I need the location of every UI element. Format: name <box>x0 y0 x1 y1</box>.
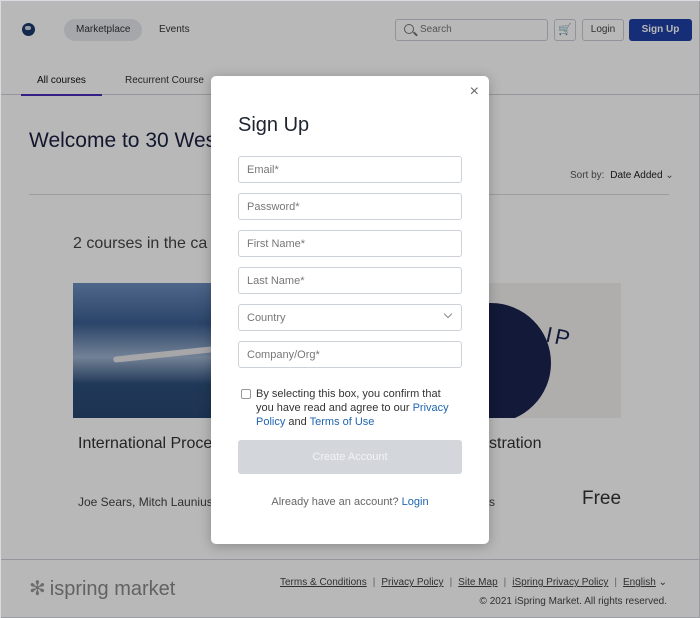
country-placeholder: Country <box>247 312 286 324</box>
page: Marketplace Events Search 🛒 Login Sign U… <box>0 0 700 618</box>
create-account-button[interactable]: Create Account <box>238 440 462 474</box>
country-select[interactable]: Country <box>238 304 462 331</box>
company-field[interactable]: Company/Org* <box>238 341 462 368</box>
first-name-field[interactable]: First Name* <box>238 230 462 257</box>
email-field[interactable]: Email* <box>238 156 462 183</box>
consent-and: and <box>285 416 310 428</box>
have-account-text: Already have an account? Login <box>211 496 489 508</box>
login-link[interactable]: Login <box>402 496 429 508</box>
consent-text: By selecting this box, you confirm that … <box>256 387 461 429</box>
have-account-label: Already have an account? <box>271 496 402 508</box>
terms-of-use-link[interactable]: Terms of Use <box>310 416 375 428</box>
consent-checkbox[interactable] <box>241 389 251 399</box>
modal-title: Sign Up <box>238 114 310 136</box>
password-placeholder: Password* <box>247 201 300 213</box>
company-placeholder: Company/Org* <box>247 349 320 361</box>
close-icon[interactable]: × <box>470 84 479 100</box>
chevron-down-icon <box>443 309 453 319</box>
signup-modal: × Sign Up Email* Password* First Name* L… <box>211 76 489 544</box>
last-name-field[interactable]: Last Name* <box>238 267 462 294</box>
password-field[interactable]: Password* <box>238 193 462 220</box>
last-name-placeholder: Last Name* <box>247 275 305 287</box>
first-name-placeholder: First Name* <box>247 238 306 250</box>
email-placeholder: Email* <box>247 164 279 176</box>
